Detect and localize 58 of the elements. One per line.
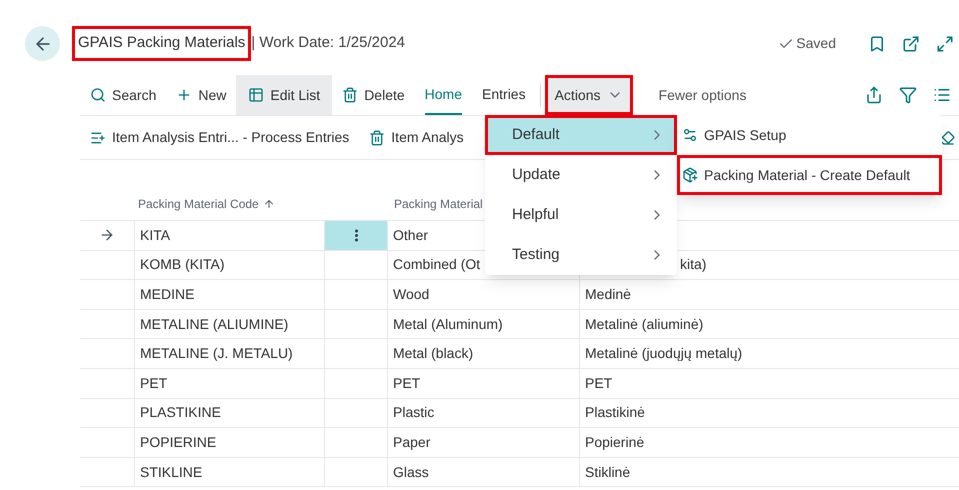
search-icon [90,87,106,103]
more-icon [354,228,358,242]
tab[interactable]: Home [424,75,462,115]
clear-icon[interactable] [939,130,955,146]
submenu-item[interactable]: Packing Material - Create Default [677,155,942,195]
table-cell: Metal (Aluminum) [388,310,580,338]
table-cell-text: Medinė [585,284,631,304]
page-title: GPAIS Packing Materials [72,26,252,61]
table-edit-icon [248,87,264,103]
list-plus-icon [90,130,106,146]
action-button[interactable]: Item Analys [359,118,474,158]
toolbar-button[interactable]: Edit List [236,75,332,115]
work-date: | Work Date: 1/25/2024 [251,33,406,54]
table-cell-text: PET [585,374,612,393]
table-cell: PET [388,368,580,398]
table-cell-text: Metalinė (aliuminė) [585,314,704,334]
table-cell-text: Popierinė [585,432,644,452]
table-cell: Plastic [388,398,580,428]
actions-menu-button[interactable]: Actions [544,75,633,115]
open-new-window-icon[interactable] [902,34,920,52]
fewer-options-button[interactable]: Fewer options [648,75,756,115]
table-cell: Glass [388,458,580,486]
table-cell: Wood [388,280,580,309]
table-cell: METALINE (ALIUMINE) [135,310,325,338]
toolbar-button[interactable]: New [166,75,236,115]
action-button[interactable]: Item Analysis Entri... - Process Entries [80,118,360,158]
menu-item[interactable]: Default [485,115,677,155]
table-cell: PLASTIKINE [135,398,325,428]
trash-icon [369,130,386,146]
table-cell: Paper [388,428,580,457]
submenu-item[interactable]: GPAIS Setup [677,115,942,155]
back-button[interactable] [25,26,60,61]
share-icon[interactable] [865,86,883,104]
table-cell: PET [135,368,325,398]
table-cell-text: kita) [680,255,706,274]
tab[interactable]: Entries [482,75,526,115]
table-cell-text: Plastikinė [585,403,645,422]
table-cell-text: Stiklinė [585,462,630,482]
table-cell: KOMB (KITA) [135,250,325,280]
table-cell-text: Metalinė (juodųjų metalų) [585,344,742,364]
table-cell: STIKLINE [135,458,325,486]
expand-icon[interactable] [936,34,954,52]
sort-ascending-icon [262,198,275,210]
bookmark-icon[interactable] [868,34,886,52]
filter-icon[interactable] [899,86,917,104]
row-menu-cell[interactable] [325,221,388,250]
trash-icon [342,87,358,103]
table-cell: MEDINE [135,280,325,309]
package-icon [682,167,698,183]
toolbar-button[interactable]: Search [80,75,166,115]
table-cell: METALINE (J. METALU) [135,339,325,368]
list-view-icon[interactable] [933,86,951,104]
toolbar-button[interactable]: Delete [332,75,415,115]
menu-item[interactable]: Update [485,155,677,195]
table-cell: POPIERINE [135,428,325,457]
saved-status: Saved [796,34,836,53]
table-cell: Metal (black) [388,339,580,368]
column-header[interactable]: Packing Material Code [138,195,259,213]
